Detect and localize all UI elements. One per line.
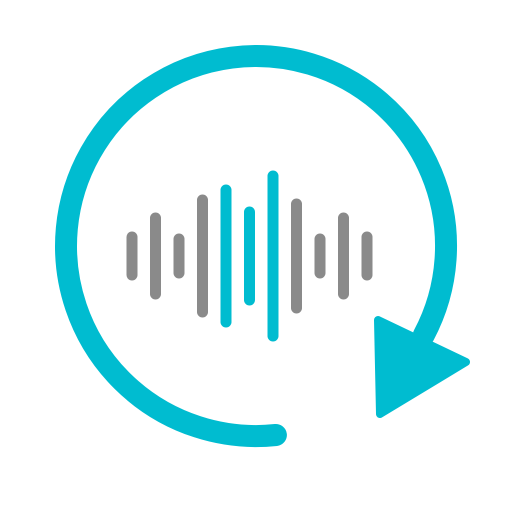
replay-audio-icon-graphic: [0, 0, 512, 512]
replay-audio-icon: [0, 0, 512, 512]
